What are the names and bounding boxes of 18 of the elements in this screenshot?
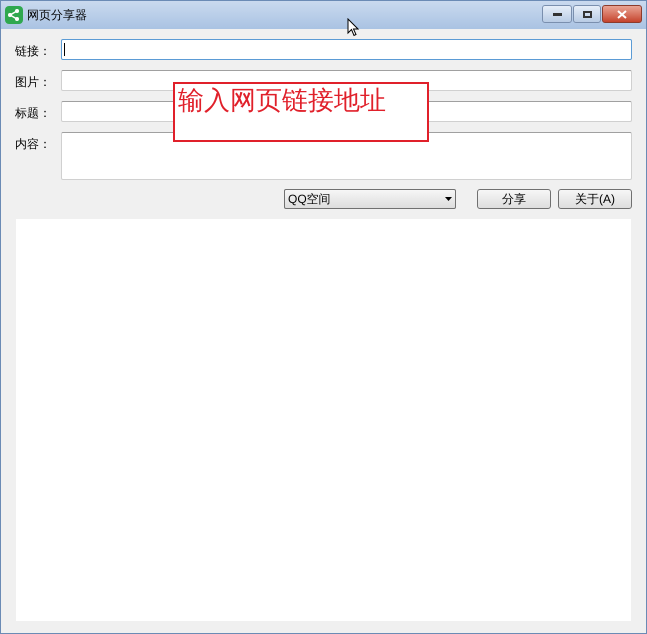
close-icon <box>617 10 627 18</box>
share-button[interactable]: 分享 <box>477 189 551 209</box>
share-icon <box>5 6 23 24</box>
minimize-button[interactable] <box>542 5 572 23</box>
maximize-button[interactable] <box>573 5 601 23</box>
field-label: 标题： <box>15 105 52 122</box>
field-label: 图片： <box>15 74 52 91</box>
share-target-dropdown[interactable]: QQ空间 <box>284 189 456 209</box>
annotation-text: 输入网页链接地址 <box>178 86 386 115</box>
input-field[interactable] <box>61 39 632 60</box>
close-button[interactable] <box>602 5 642 23</box>
mouse-pointer-icon <box>347 18 359 37</box>
field-label: 内容： <box>15 136 52 153</box>
text-area[interactable] <box>61 132 632 180</box>
about-button[interactable]: 关于(A) <box>558 189 632 209</box>
field-label: 链接： <box>15 43 52 60</box>
dropdown-arrow-icon <box>445 197 452 201</box>
window-title: 网页分享器 <box>27 7 87 24</box>
